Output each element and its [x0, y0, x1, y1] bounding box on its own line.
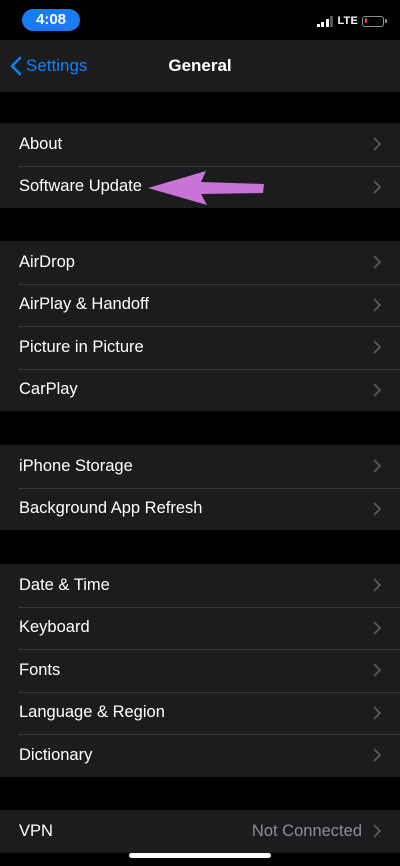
row-label: CarPlay	[19, 380, 78, 399]
settings-row-iphone-storage[interactable]: iPhone Storage	[0, 445, 400, 488]
back-button-label: Settings	[26, 56, 88, 75]
settings-row-date-and-time[interactable]: Date & Time	[0, 564, 400, 607]
chevron-right-icon	[373, 578, 381, 592]
chevron-right-icon	[373, 180, 381, 194]
settings-row-airdrop[interactable]: AirDrop	[0, 241, 400, 284]
chevron-right-icon	[373, 706, 381, 720]
chevron-right-icon	[373, 824, 381, 838]
chevron-right-icon	[373, 340, 381, 354]
settings-row-picture-in-picture[interactable]: Picture in Picture	[0, 326, 400, 369]
back-button-settings[interactable]: Settings	[10, 40, 87, 92]
settings-group: AirDrop AirPlay & Handoff Picture in Pictu…	[0, 241, 400, 411]
arrow-left-icon	[148, 171, 264, 205]
home-indicator[interactable]	[129, 853, 271, 858]
chevron-right-icon	[373, 298, 381, 312]
row-label: Keyboard	[19, 618, 90, 637]
row-label: Language & Region	[19, 703, 165, 722]
settings-row-about[interactable]: About	[0, 123, 400, 166]
chevron-right-icon	[373, 663, 381, 677]
settings-group: iPhone Storage Background App Refresh	[0, 445, 400, 530]
chevron-right-icon	[373, 255, 381, 269]
settings-row-carplay[interactable]: CarPlay	[0, 368, 400, 412]
chevron-left-icon	[10, 56, 22, 76]
battery-level-fill	[364, 18, 367, 23]
battery-icon	[362, 15, 387, 27]
row-label: Software Update	[19, 177, 142, 196]
chevron-right-icon	[373, 137, 381, 151]
row-detail-value: Not Connected	[251, 821, 362, 840]
row-label: Background App Refresh	[19, 499, 203, 518]
chevron-right-icon	[373, 383, 381, 397]
settings-row-keyboard[interactable]: Keyboard	[0, 606, 400, 650]
status-indicators: LTE	[316, 14, 387, 28]
chevron-right-icon	[373, 621, 381, 635]
settings-row-dictionary[interactable]: Dictionary	[0, 734, 400, 777]
network-type-label: LTE	[337, 15, 358, 27]
row-label: Date & Time	[19, 575, 110, 594]
row-label: Picture in Picture	[19, 337, 144, 356]
chevron-right-icon	[373, 748, 381, 762]
row-label: Dictionary	[19, 745, 93, 764]
row-label: AirDrop	[19, 252, 75, 271]
row-label: Fonts	[19, 660, 61, 679]
chevron-right-icon	[373, 502, 381, 516]
settings-row-language-and-region[interactable]: Language & Region	[0, 691, 400, 735]
navigation-bar: General Settings	[0, 40, 400, 92]
settings-row-vpn[interactable]: VPN Not Connected	[0, 810, 400, 853]
chevron-right-icon	[373, 459, 381, 473]
status-time[interactable]: 4:08	[22, 9, 80, 31]
settings-group: VPN Not Connected	[0, 810, 400, 853]
settings-row-background-app-refresh[interactable]: Background App Refresh	[0, 487, 400, 531]
settings-row-fonts[interactable]: Fonts	[0, 649, 400, 692]
settings-group: Date & Time Keyboard Fonts Language & Regio…	[0, 564, 400, 777]
row-label: VPN	[19, 821, 53, 840]
row-label: About	[19, 134, 63, 153]
settings-row-airplay-and-handoff[interactable]: AirPlay & Handoff	[0, 283, 400, 327]
row-label: iPhone Storage	[19, 456, 133, 475]
cellular-signal-icon	[316, 15, 334, 27]
status-bar: 4:08 LTE	[0, 0, 400, 40]
row-label: AirPlay & Handoff	[19, 295, 149, 314]
